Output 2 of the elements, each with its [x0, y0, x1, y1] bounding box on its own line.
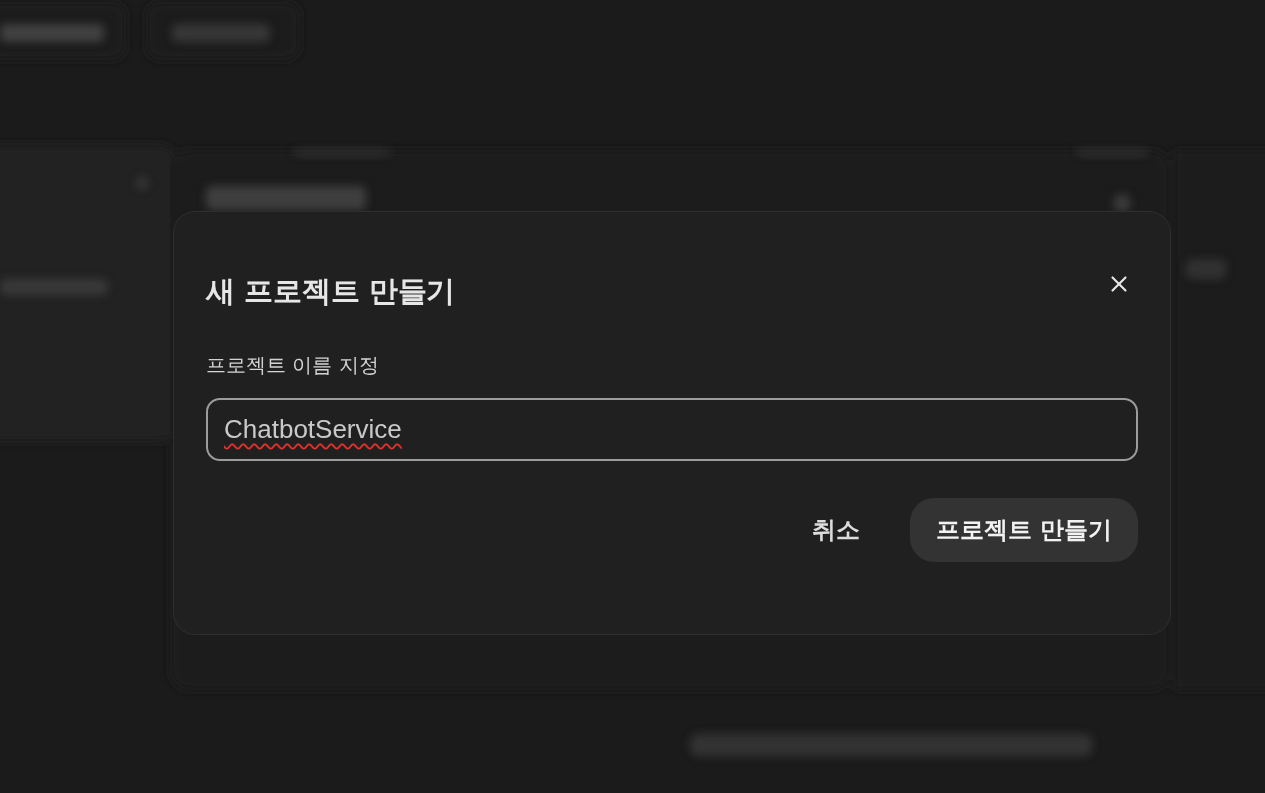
- field-label: 프로젝트 이름 지정: [206, 351, 380, 378]
- dialog-title: 새 프로젝트 만들기: [206, 274, 456, 309]
